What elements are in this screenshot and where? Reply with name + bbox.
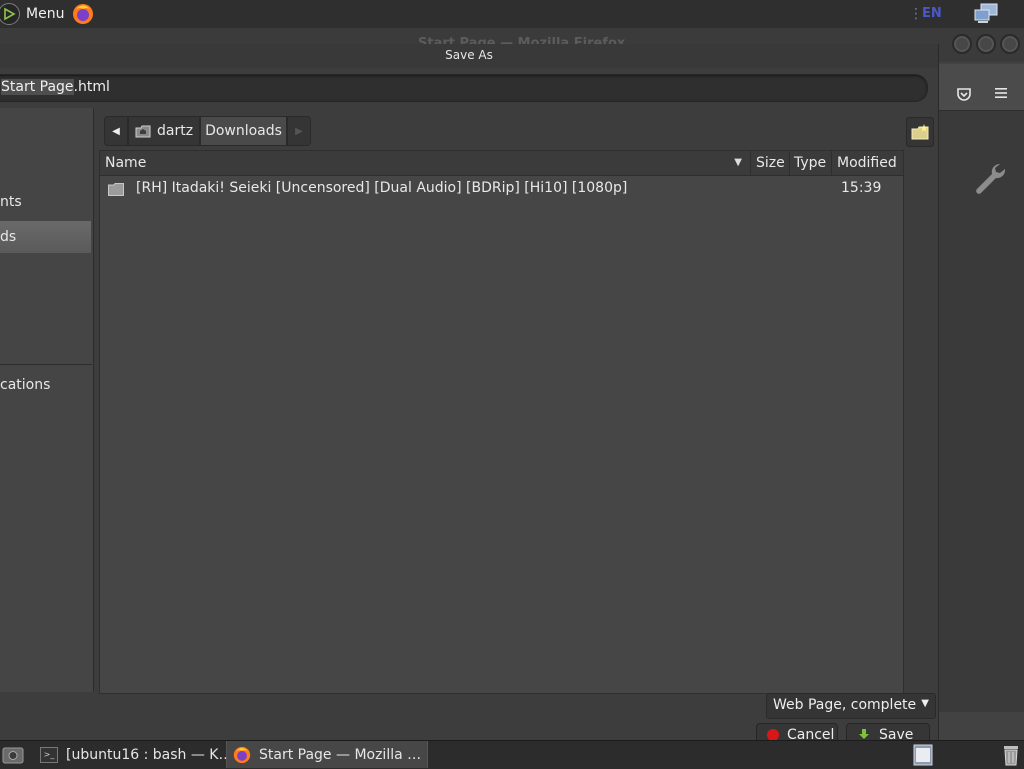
- left-arrow-icon: ◀: [112, 125, 120, 137]
- menu-label: Menu: [26, 6, 65, 22]
- new-folder-icon: [911, 124, 929, 140]
- firefox-toolbar-right: [938, 64, 1024, 111]
- file-name: [RH] Itadaki! Seieki [Uncensored] [Dual …: [136, 180, 628, 196]
- file-type-filter-select[interactable]: Web Page, complete ▼: [766, 693, 936, 719]
- trash-icon[interactable]: [1001, 743, 1021, 767]
- places-divider: [0, 364, 92, 365]
- minimize-button[interactable]: [952, 34, 972, 54]
- taskbar-item-firefox[interactable]: Start Page — Mozilla …: [226, 741, 428, 768]
- folder-icon: [108, 183, 124, 196]
- filename-input[interactable]: Start Page.html: [0, 74, 928, 102]
- taskbar: >_ [ubuntu16 : bash — K… Start Page — Mo…: [0, 740, 1024, 769]
- column-size-header[interactable]: Size: [751, 151, 790, 175]
- mint-menu-icon: [0, 3, 20, 25]
- top-panel: Menu ⋮ EN: [0, 0, 1024, 29]
- firefox-launcher-icon[interactable]: [72, 3, 94, 25]
- firefox-content-area: [938, 111, 1024, 712]
- filename-extension: .html: [73, 79, 110, 95]
- file-modified: 15:39: [841, 180, 882, 196]
- close-button[interactable]: [1000, 34, 1020, 54]
- path-forward-button[interactable]: ▶: [286, 116, 311, 146]
- keyboard-layout-indicator[interactable]: EN: [922, 6, 942, 21]
- column-name-header[interactable]: Name ▼: [100, 151, 751, 175]
- pocket-icon[interactable]: [956, 86, 972, 102]
- terminal-icon: >_: [40, 746, 58, 763]
- right-arrow-icon: ▶: [295, 125, 303, 137]
- network-icon[interactable]: [973, 3, 999, 25]
- save-as-dialog: Save As Start Page.html nts ds cations ◀…: [0, 44, 939, 747]
- sort-descending-icon: ▼: [734, 157, 742, 168]
- path-current-label: Downloads: [205, 123, 282, 139]
- tray-separator-icon: ⋮: [909, 6, 923, 22]
- file-list[interactable]: Name ▼ Size Type Modified [RH] Itadaki! …: [99, 150, 904, 694]
- firefox-icon: [233, 746, 251, 763]
- wrench-icon: [976, 163, 1006, 194]
- column-modified-label: Modified: [837, 155, 897, 171]
- filename-selected-text: Start Page: [1, 79, 74, 95]
- file-type-filter-value: Web Page, complete: [773, 697, 917, 713]
- path-back-button[interactable]: ◀: [104, 116, 128, 146]
- taskbar-item-label: [ubuntu16 : bash — K…: [66, 746, 226, 763]
- path-bar: ◀ dartz Downloads ▶: [104, 116, 311, 146]
- taskbar-item-terminal[interactable]: >_ [ubuntu16 : bash — K…: [36, 741, 226, 768]
- menu-button[interactable]: Menu: [0, 2, 64, 26]
- column-name-label: Name: [105, 155, 147, 171]
- path-home-label: dartz: [157, 123, 194, 139]
- place-documents[interactable]: nts: [0, 186, 91, 218]
- chevron-down-icon: ▼: [921, 698, 929, 709]
- column-type-label: Type: [794, 155, 827, 171]
- file-row[interactable]: [RH] Itadaki! Seieki [Uncensored] [Dual …: [100, 177, 903, 203]
- filename-value: Start Page.html: [1, 79, 110, 95]
- dialog-title: Save As: [0, 44, 938, 68]
- path-home-button[interactable]: dartz: [128, 116, 201, 146]
- places-sidebar: nts ds cations: [0, 108, 94, 692]
- taskbar-item-label: Start Page — Mozilla …: [259, 746, 422, 763]
- workspace-switcher-icon[interactable]: [913, 743, 933, 767]
- create-folder-button[interactable]: [906, 117, 934, 147]
- home-folder-icon: [135, 125, 151, 138]
- column-modified-header[interactable]: Modified: [832, 151, 903, 175]
- column-size-label: Size: [756, 155, 785, 171]
- path-current-button[interactable]: Downloads: [200, 116, 287, 146]
- column-type-header[interactable]: Type: [790, 151, 832, 175]
- hamburger-menu-icon[interactable]: [994, 86, 1008, 100]
- show-desktop-icon[interactable]: [2, 744, 24, 766]
- place-other-locations[interactable]: cations: [0, 369, 91, 401]
- place-downloads[interactable]: ds: [0, 221, 91, 253]
- maximize-button[interactable]: [976, 34, 996, 54]
